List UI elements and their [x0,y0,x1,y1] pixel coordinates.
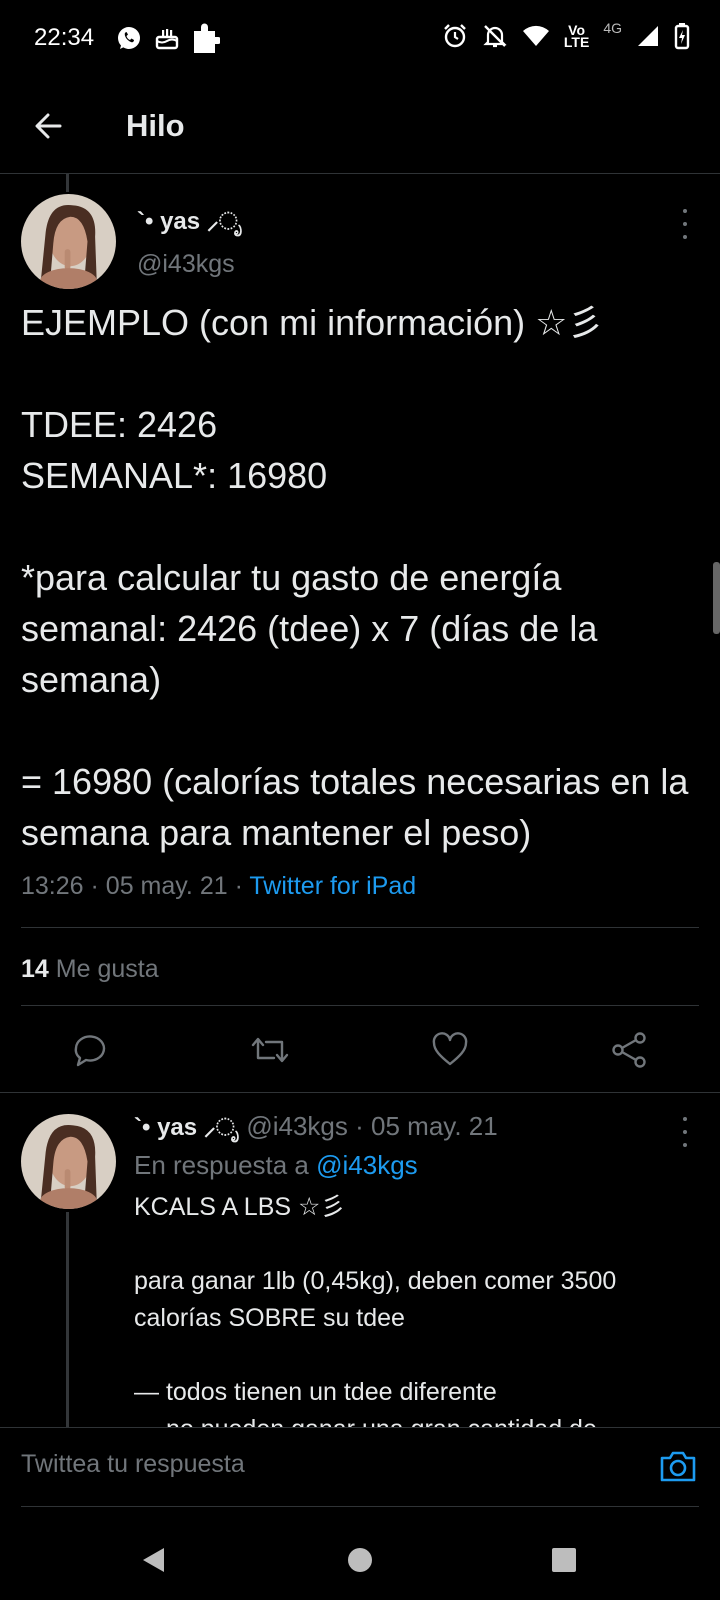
cake-icon [155,29,179,50]
reply-input[interactable]: Twittea tu respuesta [21,1450,245,1479]
nav-recents-button[interactable] [548,1544,580,1576]
home-circle-icon [348,1548,372,1572]
tweet-date: 05 may. 21 [371,1111,498,1141]
divider [21,1005,699,1006]
mention-link[interactable]: @i43kgs [316,1150,418,1180]
retweet-button[interactable] [250,1030,290,1070]
replying-to: En respuesta a @i43kgs [134,1150,418,1180]
notifications-off-icon [483,25,507,48]
volte-indicator: Vo LTE [563,22,590,50]
avatar-image [21,194,116,289]
tweet-date: 05 may. 21 [105,872,228,900]
camera-icon [660,1451,696,1482]
retweet-icon [251,1037,289,1063]
divider [0,1092,720,1093]
page-title: Hilo [126,108,185,143]
reply-header: `• yas ⸝ೃ @i43kgs · 05 may. 21 [134,1111,498,1141]
thread-connector-line [66,1212,69,1430]
wifi-icon [522,25,549,46]
status-time: 22:34 [34,24,95,51]
nav-home-button[interactable] [344,1544,376,1576]
nav-back-button[interactable] [138,1544,170,1576]
author-name[interactable]: `• yas ⸝ೃ [134,1114,239,1141]
network-type: 4G [603,20,622,36]
arrow-left-icon [35,113,62,139]
thread-connector-line [66,174,69,192]
tweet-text: EJEMPLO (con mi información) ☆彡 ​ TDEE: … [21,302,689,853]
likes-count[interactable]: 14 Me gusta [21,955,159,984]
reply-composer[interactable]: Twittea tu respuesta [0,1427,720,1507]
more-options-button[interactable] [679,209,691,239]
tweet-actions [0,1030,720,1074]
back-button[interactable] [30,106,70,146]
whatsapp-icon [118,27,140,49]
reply-button[interactable] [70,1030,110,1070]
status-bar: 22:34 Vo LTE 4G [0,0,720,78]
tweet-time: 13:26 [21,872,84,900]
signal-icon [638,26,658,46]
reply-text: KCALS A LBS ☆彡 para ganar 1lb (0,45kg), … [134,1193,617,1427]
tweet-source-link[interactable]: Twitter for iPad [249,872,416,900]
author-handle[interactable]: @i43kgs [246,1111,348,1141]
share-icon [612,1032,646,1068]
back-triangle-icon [143,1548,164,1572]
like-button[interactable] [430,1030,470,1070]
scrollbar[interactable] [713,562,720,634]
system-navigation-bar [0,1520,720,1600]
avatar-image [21,1114,116,1209]
avatar[interactable] [21,194,116,289]
divider [21,1506,699,1507]
puzzle-icon [194,23,220,53]
author-handle[interactable]: @i43kgs [137,250,235,279]
tweet-meta: 13:26 · 05 may. 21 · Twitter for iPad [21,872,417,900]
alarm-icon [444,24,466,48]
avatar[interactable] [21,1114,116,1209]
thread-header: Hilo [0,78,720,174]
battery-charging-icon [674,23,690,50]
divider [21,927,699,928]
recents-square-icon [552,1548,576,1572]
more-options-button[interactable] [679,1117,691,1147]
like-icon [432,1032,468,1066]
share-button[interactable] [610,1030,650,1070]
camera-button[interactable] [658,1446,698,1486]
reply-icon [74,1035,106,1067]
author-name[interactable]: `• yas ⸝ೃ [137,204,242,237]
